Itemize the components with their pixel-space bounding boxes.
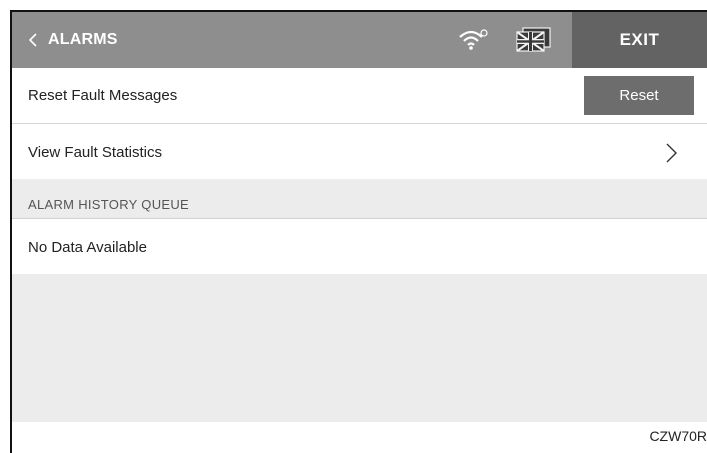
view-fault-statistics-label: View Fault Statistics — [28, 143, 162, 161]
chevron-left-icon — [28, 33, 37, 47]
alarms-screen: ALARMS EXIT Reset Fault Messages Reset V… — [10, 10, 707, 453]
view-fault-statistics-row[interactable]: View Fault Statistics — [12, 125, 707, 179]
reset-fault-messages-label: Reset Fault Messages — [28, 87, 178, 104]
exit-button[interactable]: EXIT — [572, 12, 707, 68]
flag-icon[interactable] — [514, 27, 552, 53]
alarm-history-empty-row: No Data Available — [12, 220, 707, 274]
wifi-icon[interactable] — [458, 28, 488, 52]
alarm-history-list-area — [12, 274, 707, 422]
page-title: ALARMS — [48, 31, 118, 48]
back-button[interactable]: ALARMS — [12, 12, 162, 68]
chevron-right-icon — [666, 143, 677, 163]
reset-button[interactable]: Reset — [584, 76, 694, 115]
figure-code: CZW70R — [649, 428, 707, 444]
reset-fault-messages-row: Reset Fault Messages Reset — [12, 68, 707, 124]
alarm-history-title: ALARM HISTORY QUEUE — [28, 197, 190, 212]
alarm-history-section-header: ALARM HISTORY QUEUE — [12, 179, 707, 219]
header-bar: ALARMS EXIT — [12, 12, 707, 68]
no-data-label: No Data Available — [28, 238, 147, 256]
